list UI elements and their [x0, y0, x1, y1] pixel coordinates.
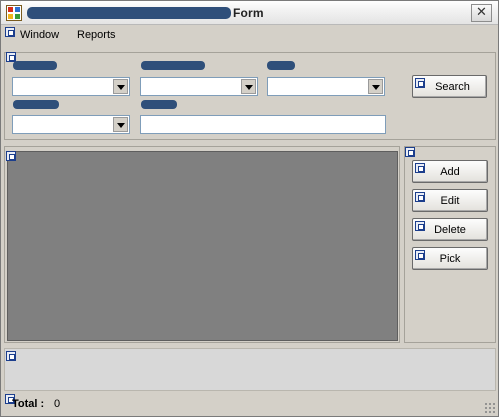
search-button-label: Search: [435, 80, 470, 93]
anchor-icon: [415, 192, 425, 202]
edit-button[interactable]: Edit: [412, 189, 488, 212]
edit-button-label: Edit: [440, 194, 460, 207]
add-button-label: Add: [440, 165, 460, 178]
menu-bar: Window Reports: [2, 26, 498, 46]
filter-combo-2[interactable]: [140, 77, 258, 96]
delete-button-label: Delete: [434, 223, 466, 236]
grid-panel: [4, 146, 400, 343]
filter-label-redacted: [141, 100, 177, 109]
anchor-icon: [415, 221, 425, 231]
anchor-icon: [415, 250, 425, 260]
anchor-icon: [6, 151, 16, 161]
delete-button[interactable]: Delete: [412, 218, 488, 241]
filter-text-field[interactable]: [140, 115, 386, 134]
close-button[interactable]: ✕: [471, 4, 492, 22]
app-form-icon: [6, 5, 22, 21]
search-button[interactable]: Search: [412, 75, 487, 98]
total-label: Total :: [12, 398, 45, 410]
filter-label-redacted: [267, 61, 295, 70]
chevron-down-icon[interactable]: [113, 117, 128, 132]
pick-button[interactable]: Pick: [412, 247, 488, 270]
filter-label-redacted: [13, 100, 59, 109]
bottom-panel: [4, 348, 496, 391]
pick-button-label: Pick: [439, 252, 461, 265]
filter-combo-4[interactable]: [12, 115, 130, 134]
filter-label-redacted: [141, 61, 205, 70]
add-button[interactable]: Add: [412, 160, 488, 183]
menu-item-window[interactable]: Window: [20, 29, 59, 41]
anchor-icon: [5, 27, 15, 37]
chevron-down-icon[interactable]: [113, 79, 128, 94]
total-value: 0: [54, 398, 61, 410]
chevron-down-icon[interactable]: [368, 79, 383, 94]
anchor-icon: [405, 147, 415, 157]
status-bar: Total : 0: [2, 394, 498, 416]
data-grid[interactable]: [7, 151, 398, 341]
title-redacted-text: [27, 7, 231, 19]
filter-label-redacted: [13, 61, 57, 70]
title-bar[interactable]: Form ✕: [1, 1, 498, 25]
resize-grip-icon[interactable]: [484, 402, 496, 414]
filter-combo-1[interactable]: [12, 77, 130, 96]
filter-panel: Search: [4, 52, 496, 140]
action-panel: Add Edit Delete Pick: [404, 146, 496, 343]
filter-combo-3[interactable]: [267, 77, 385, 96]
main-window: Form ✕ Window Reports Search Add Edit De…: [0, 0, 499, 417]
menu-item-reports[interactable]: Reports: [77, 29, 116, 41]
chevron-down-icon[interactable]: [241, 79, 256, 94]
anchor-icon: [415, 163, 425, 173]
window-title: Form: [233, 6, 264, 20]
anchor-icon: [6, 351, 16, 361]
anchor-icon: [415, 78, 425, 88]
